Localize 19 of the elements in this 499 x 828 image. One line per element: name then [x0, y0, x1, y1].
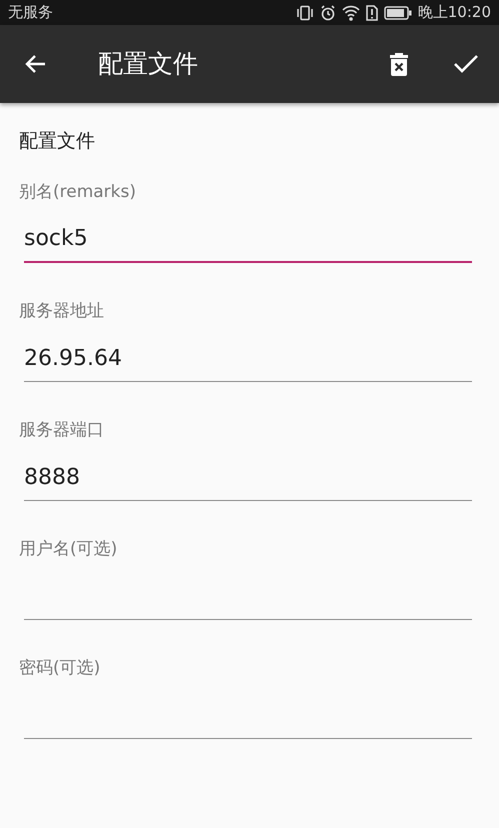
sim-alert-icon	[366, 4, 378, 20]
text-field[interactable]: 8888	[24, 452, 472, 501]
field-label: 别名(remarks)	[19, 181, 138, 204]
page-title: 配置文件	[98, 48, 199, 80]
wifi-icon	[342, 4, 360, 20]
alarm-clock-icon	[320, 4, 336, 20]
section-title: 配置文件	[19, 129, 96, 154]
text-field[interactable]: 26.95.64	[24, 333, 472, 382]
text-field[interactable]: sock5	[24, 214, 472, 263]
battery-icon	[384, 6, 412, 20]
vibrate-icon	[296, 4, 314, 20]
checkmark-icon	[453, 54, 479, 74]
field-label: 服务器地址	[19, 300, 105, 323]
field-label: 用户名(可选)	[19, 538, 118, 561]
field-label: 服务器端口	[19, 419, 105, 442]
field-label: 密码(可选)	[19, 657, 102, 680]
trash-icon	[389, 52, 409, 76]
clock-text: 晚上10:20	[418, 2, 491, 24]
carrier-text: 无服务	[8, 2, 53, 24]
